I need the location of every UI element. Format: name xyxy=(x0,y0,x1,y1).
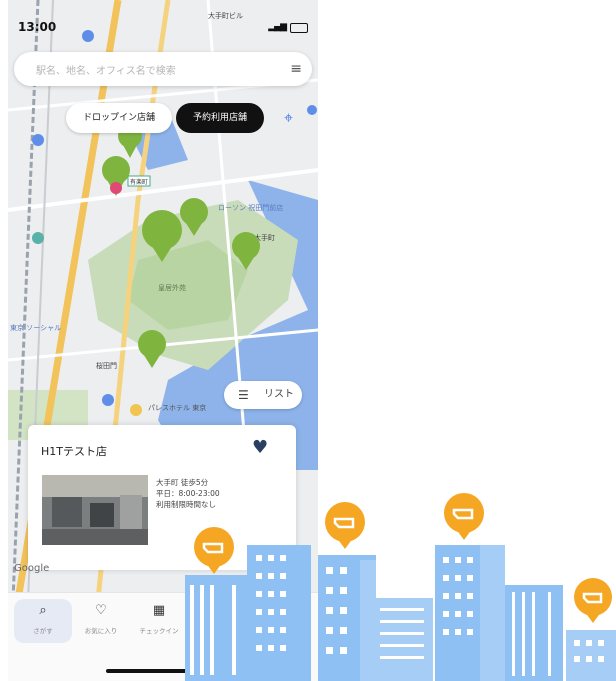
store-info: 大手町 徒歩5分 平日：8:00-23:00 利用制限時間なし xyxy=(156,477,220,510)
dropin-filter-chip[interactable]: ドロップイン店舗 xyxy=(66,103,172,133)
store-info-line: 平日：8:00-23:00 xyxy=(156,489,220,498)
tab-label: さがす xyxy=(33,627,53,635)
tab-favorites[interactable]: ♡ お気に入り xyxy=(72,599,130,643)
map-label-lawson: ローソン 祝田門前店 xyxy=(218,203,283,212)
battery-icon xyxy=(290,23,308,33)
map-label-left-area: 東京 ソーシャル xyxy=(10,323,61,332)
building xyxy=(371,598,433,681)
building xyxy=(566,630,616,681)
favorite-heart-icon[interactable]: ♥ xyxy=(252,437,268,458)
tab-label: チェックイン xyxy=(139,627,179,635)
status-bar: 13:00 ▂▄▆ xyxy=(18,20,308,38)
heart-outline-icon: ♡ xyxy=(95,603,107,618)
signal-icon: ▂▄▆ xyxy=(268,22,287,32)
map-label-sakuradamon: 桜田門 xyxy=(96,361,117,370)
search-bar[interactable]: 駅名、地名、オフィス名で検索 ≡ xyxy=(14,52,312,86)
store-name: H1Tテスト店 xyxy=(41,445,107,458)
map-label-station-box: 有楽町 xyxy=(130,178,148,186)
list-view-label: リスト xyxy=(264,389,294,400)
tab-search[interactable]: ⌕ さがす xyxy=(14,599,72,643)
store-photo xyxy=(42,475,148,545)
filter-lines-icon[interactable]: ≡ xyxy=(290,61,302,77)
reserve-filter-chip[interactable]: 予約利用店舗 xyxy=(176,103,264,133)
list-view-button[interactable]: ☰ リスト xyxy=(224,381,302,409)
tab-label: お気に入り xyxy=(84,627,118,635)
search-input[interactable]: 駅名、地名、オフィス名で検索 xyxy=(36,62,176,77)
store-card[interactable]: H1Tテスト店 ♥ 大手町 徒歩5分 平日：8:00-23:00 利用制限時間な… xyxy=(28,425,296,570)
qr-code-icon: ▦ xyxy=(152,603,166,618)
home-indicator xyxy=(106,669,236,673)
building xyxy=(318,555,376,681)
tab-bar: ⌕ さがす ♡ お気に入り ▦ チェックイン xyxy=(8,592,318,681)
phone-screen: ローソン 祝田門前店 皇居外苑 大手町 大手町ビル パレスホテル 東京 東京 ソ… xyxy=(8,0,318,681)
speech-bubble-icon xyxy=(325,502,365,549)
current-location-icon[interactable]: ⌖ xyxy=(284,108,293,128)
search-icon: ⌕ xyxy=(39,603,47,618)
building xyxy=(505,585,563,681)
map-label-bottom-poi: パレスホテル 東京 xyxy=(148,403,206,412)
map-label-tower: 大手町ビル xyxy=(208,11,243,20)
building xyxy=(435,545,505,681)
tab-checkin[interactable]: ▦ チェックイン xyxy=(130,599,188,643)
list-icon: ☰ xyxy=(238,388,249,402)
map-label-palace: 皇居外苑 xyxy=(158,283,186,292)
google-logo: Google xyxy=(14,563,50,574)
speech-bubble-icon xyxy=(574,578,612,623)
store-info-line: 大手町 徒歩5分 xyxy=(156,478,209,487)
store-info-line: 利用制限時間なし xyxy=(156,500,216,509)
speech-bubble-icon xyxy=(444,493,484,540)
status-time: 13:00 xyxy=(18,20,57,34)
